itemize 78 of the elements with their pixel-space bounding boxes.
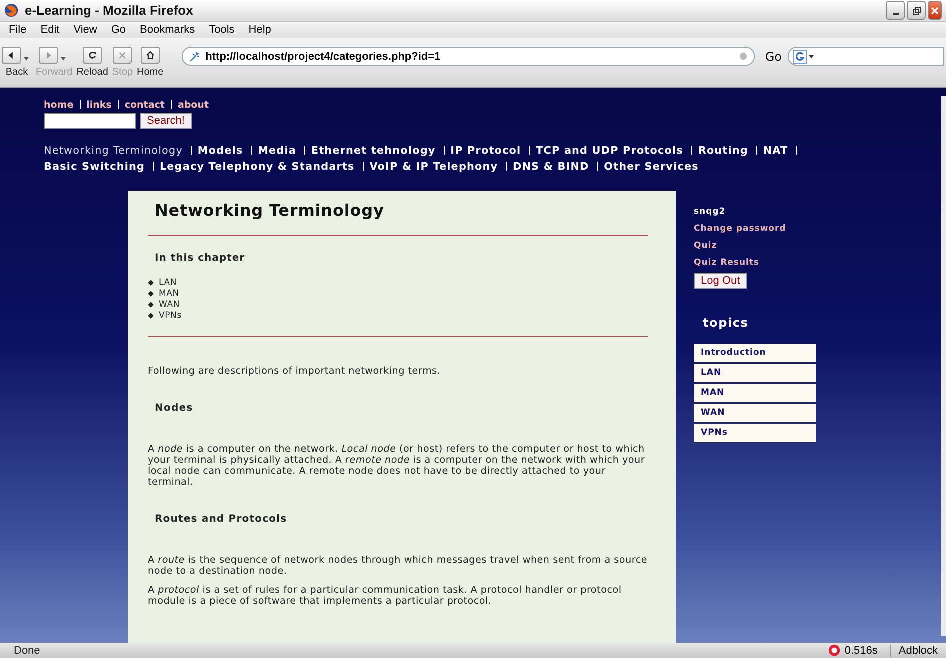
- menu-item[interactable]: Go: [104, 24, 134, 36]
- house-icon: [144, 50, 156, 61]
- maximize-button[interactable]: [907, 1, 926, 20]
- load-time: 0.516s: [844, 644, 878, 656]
- window-title: e-Learning - Mozilla Firefox: [25, 3, 194, 18]
- menu-item[interactable]: Bookmarks: [133, 24, 202, 36]
- status-text: Done: [14, 644, 42, 656]
- paragraph: A node is a computer on the network. Local node (or host) refers to the computer or host to which your terminal is physically attached. A remote node is a computer on the network with which your local node can communicate. A remote node does not have to be directly attached to your terminal.: [148, 444, 646, 488]
- category-link[interactable]: VoIP & IP Telephony: [370, 161, 498, 173]
- nav-link[interactable]: contact: [124, 100, 165, 111]
- category-link[interactable]: Ethernet tehnology: [311, 145, 436, 157]
- chapter-item: MAN: [159, 288, 180, 298]
- go-button[interactable]: Go: [765, 50, 782, 64]
- search-engine-icon[interactable]: [793, 50, 814, 64]
- scrollbar[interactable]: [941, 96, 946, 636]
- category-link[interactable]: Networking Terminology: [44, 145, 183, 157]
- close-icon: [930, 6, 940, 16]
- menu-item[interactable]: Tools: [202, 24, 242, 36]
- search-field[interactable]: [44, 113, 136, 129]
- section-heading: Routes and Protocols: [155, 514, 288, 525]
- back-button[interactable]: Back: [2, 47, 32, 78]
- chapter-item: LAN: [159, 278, 178, 288]
- menu-item[interactable]: File: [2, 24, 34, 36]
- minimize-button[interactable]: [886, 1, 905, 20]
- category-link[interactable]: TCP and UDP Protocols: [536, 145, 684, 157]
- minimize-icon: [892, 12, 898, 14]
- sidebar-link[interactable]: Change password: [694, 224, 786, 241]
- category-link[interactable]: DNS & BIND: [513, 161, 590, 173]
- search-button[interactable]: Search!: [140, 113, 192, 129]
- category-link[interactable]: Other Services: [604, 161, 699, 173]
- nav-link[interactable]: home: [44, 100, 74, 111]
- reload-button[interactable]: Reload: [76, 47, 108, 78]
- topic-link[interactable]: Introduction: [694, 344, 816, 363]
- paragraph: A protocol is a set of rules for a particular communication task. A protocol handler or protocol module is a piece of software that implements a particular protocol.: [148, 585, 623, 607]
- category-link[interactable]: Basic Switching: [44, 161, 146, 173]
- adblock-label[interactable]: Adblock: [890, 644, 938, 656]
- nav-link[interactable]: about: [178, 100, 209, 111]
- bullet-icon: [148, 290, 154, 296]
- reload-icon: [87, 50, 98, 61]
- chapter-heading: In this chapter: [155, 253, 246, 264]
- restore-icon: [912, 6, 922, 16]
- section-heading: Nodes: [155, 403, 194, 414]
- browser-logo-icon: [4, 3, 19, 18]
- chapter-item: VPNs: [159, 310, 182, 320]
- chapter-item: WAN: [159, 300, 180, 310]
- category-link[interactable]: Routing: [698, 145, 748, 157]
- nav-link[interactable]: links: [86, 100, 112, 111]
- logout-button[interactable]: Log Out: [694, 273, 748, 289]
- category-link[interactable]: IP Protocol: [450, 145, 522, 157]
- topic-link[interactable]: MAN: [694, 384, 816, 403]
- username: snqg2: [694, 207, 726, 219]
- menu-item[interactable]: Help: [242, 24, 278, 36]
- category-link[interactable]: Models: [198, 145, 244, 157]
- topic-link[interactable]: VPNs: [694, 424, 816, 443]
- address-field[interactable]: http://localhost/project4/categories.php?id=1: [182, 47, 756, 66]
- bullet-icon: [148, 312, 154, 318]
- menu-item[interactable]: Edit: [34, 24, 67, 36]
- article-title: Networking Terminology: [155, 201, 386, 220]
- category-link[interactable]: Legacy Telephony & Standarts: [160, 161, 355, 173]
- caret-icon[interactable]: [24, 57, 29, 61]
- menu-item[interactable]: View: [66, 24, 104, 36]
- sidebar-link[interactable]: Quiz Results: [694, 258, 760, 275]
- cross-icon: [117, 50, 128, 61]
- paragraph: Following are descriptions of important networking terms.: [148, 366, 442, 377]
- clock-icon: [828, 644, 841, 657]
- paragraph: A route is the sequence of network nodes through which messages travel when sent from a source node to a destination node.: [148, 555, 648, 577]
- bullet-icon: [148, 280, 154, 286]
- topic-link[interactable]: LAN: [694, 364, 816, 383]
- topic-link[interactable]: WAN: [694, 404, 816, 423]
- topics-heading: topics: [703, 316, 749, 330]
- search-engine-field[interactable]: [788, 47, 944, 66]
- bullet-icon: [148, 302, 154, 308]
- home-button[interactable]: Home: [136, 47, 164, 78]
- category-link[interactable]: NAT: [763, 145, 788, 157]
- sidebar-link[interactable]: Quiz: [694, 241, 718, 258]
- page-icon: [188, 50, 202, 63]
- category-link[interactable]: Media: [258, 145, 296, 157]
- close-button[interactable]: [928, 1, 942, 20]
